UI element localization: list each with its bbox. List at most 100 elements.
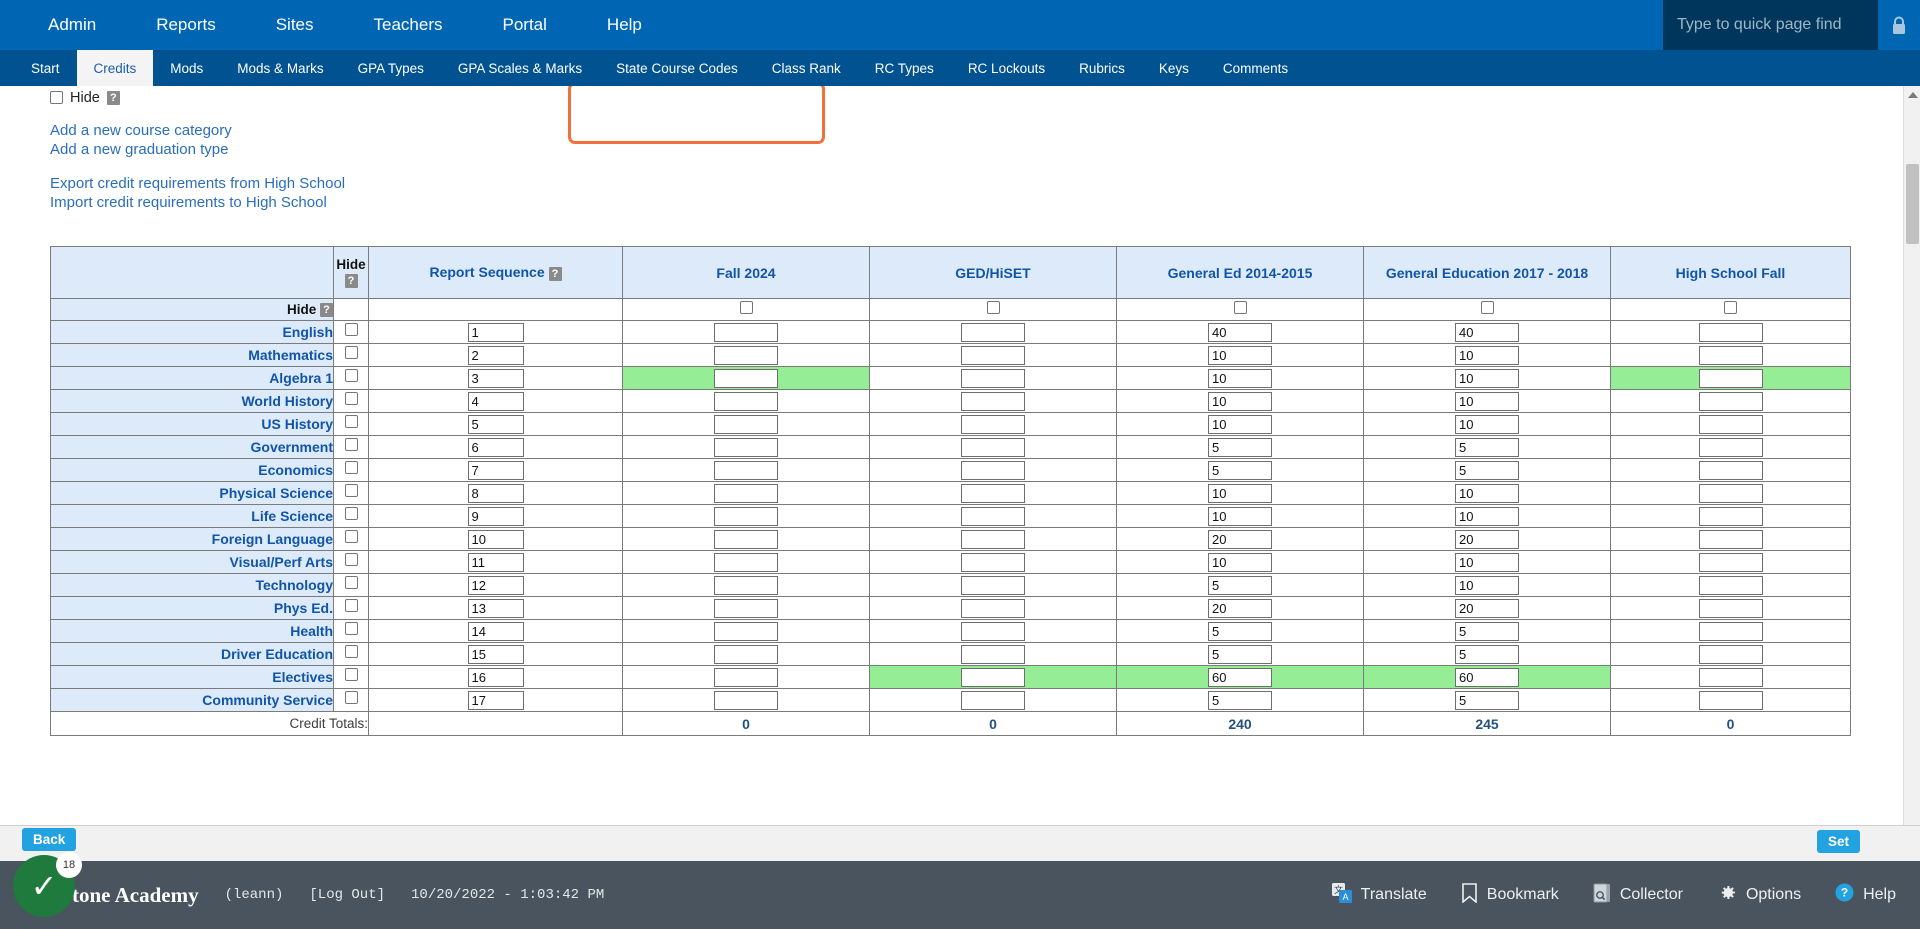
credit-input-english-fall-2024[interactable] <box>714 322 778 342</box>
hide-checkbox[interactable] <box>50 91 63 104</box>
hide-checkbox-high-school-fall[interactable] <box>1724 300 1737 314</box>
tab-credits[interactable]: Credits <box>76 50 154 86</box>
tab-mods[interactable]: Mods <box>153 50 220 86</box>
row-hide-checkbox-health[interactable] <box>344 622 358 635</box>
report-sequence-input-physical-science[interactable] <box>467 483 524 503</box>
tab-rc-lockouts[interactable]: RC Lockouts <box>951 50 1062 86</box>
back-button[interactable]: Back <box>22 828 77 851</box>
credit-input-phys-ed-fall-2024[interactable] <box>714 598 778 618</box>
footer-collector-button[interactable]: Collector <box>1593 883 1683 908</box>
quick-page-find-input[interactable] <box>1663 0 1878 50</box>
top-nav-item-help[interactable]: Help <box>577 0 672 50</box>
credit-input-us-history-fall-2024[interactable] <box>714 414 778 434</box>
row-label-health[interactable]: Health <box>50 619 334 643</box>
credit-input-driver-education-fall-2024[interactable] <box>714 644 778 664</box>
row-hide-checkbox-visual-perf-arts[interactable] <box>344 553 358 566</box>
row-label-economics[interactable]: Economics <box>50 458 334 482</box>
footer-translate-button[interactable]: 文 A Translate <box>1331 882 1427 908</box>
credit-input-foreign-language-general-ed-2014-2015[interactable] <box>1208 529 1272 549</box>
tab-gpa-scales-marks[interactable]: GPA Scales & Marks <box>441 50 599 86</box>
credit-input-phys-ed-general-ed-2014-2015[interactable] <box>1208 598 1272 618</box>
credit-input-government-fall-2024[interactable] <box>714 437 778 457</box>
row-hide-checkbox-foreign-language[interactable] <box>344 530 358 543</box>
top-nav-item-portal[interactable]: Portal <box>473 0 577 50</box>
credit-input-economics-general-education-2017-2018[interactable] <box>1455 460 1519 480</box>
credit-input-electives-ged-hiset[interactable] <box>961 667 1025 687</box>
column-help-icon[interactable]: ? <box>548 266 562 281</box>
row-label-driver-education[interactable]: Driver Education <box>50 642 334 666</box>
credit-input-community-service-general-education-2017-2018[interactable] <box>1455 690 1519 710</box>
row-hide-checkbox-electives[interactable] <box>344 668 358 681</box>
row-label-world-history[interactable]: World History <box>50 389 334 413</box>
credit-input-electives-general-education-2017-2018[interactable] <box>1455 667 1519 687</box>
credit-input-health-high-school-fall[interactable] <box>1698 621 1763 641</box>
scrollbar-thumb[interactable] <box>1906 164 1919 244</box>
credit-input-life-science-general-ed-2014-2015[interactable] <box>1208 506 1272 526</box>
row-label-foreign-language[interactable]: Foreign Language <box>50 527 334 551</box>
credit-input-physical-science-high-school-fall[interactable] <box>1698 483 1763 503</box>
tab-state-course-codes[interactable]: State Course Codes <box>599 50 755 86</box>
tab-class-rank[interactable]: Class Rank <box>755 50 858 86</box>
row-hide-checkbox-mathematics[interactable] <box>344 346 358 359</box>
hide-checkbox-general-education-2017-2018[interactable] <box>1480 300 1494 314</box>
set-button[interactable]: Set <box>1816 830 1860 853</box>
credit-input-physical-science-general-education-2017-2018[interactable] <box>1455 483 1519 503</box>
credit-input-health-general-ed-2014-2015[interactable] <box>1208 621 1272 641</box>
tab-gpa-types[interactable]: GPA Types <box>341 50 441 86</box>
row-label-visual-perf-arts[interactable]: Visual/Perf Arts <box>50 550 334 574</box>
row-hide-checkbox-technology[interactable] <box>344 576 358 589</box>
credit-input-mathematics-fall-2024[interactable] <box>714 345 778 365</box>
credit-input-community-service-ged-hiset[interactable] <box>961 690 1025 710</box>
hide-help-icon[interactable]: ? <box>106 90 120 105</box>
row-hide-checkbox-english[interactable] <box>344 323 358 336</box>
lock-icon[interactable] <box>1878 0 1920 50</box>
credit-input-visual-perf-arts-fall-2024[interactable] <box>714 552 778 572</box>
credit-input-mathematics-high-school-fall[interactable] <box>1698 345 1763 365</box>
credit-input-algebra-1-high-school-fall[interactable] <box>1698 368 1763 388</box>
credit-input-life-science-ged-hiset[interactable] <box>961 506 1025 526</box>
credit-input-economics-ged-hiset[interactable] <box>961 460 1025 480</box>
top-nav-item-sites[interactable]: Sites <box>246 0 344 50</box>
report-sequence-input-english[interactable] <box>467 322 524 342</box>
credit-input-government-ged-hiset[interactable] <box>961 437 1025 457</box>
add-graduation-type-link[interactable]: Add a new graduation type <box>50 141 228 160</box>
credit-input-technology-fall-2024[interactable] <box>714 575 778 595</box>
top-nav-item-admin[interactable]: Admin <box>18 0 126 50</box>
row-label-physical-science[interactable]: Physical Science <box>50 481 334 505</box>
vertical-scrollbar[interactable] <box>1903 86 1920 853</box>
report-sequence-input-foreign-language[interactable] <box>467 529 524 549</box>
tab-keys[interactable]: Keys <box>1142 50 1206 86</box>
credit-input-physical-science-fall-2024[interactable] <box>714 483 778 503</box>
tab-start[interactable]: Start <box>14 50 77 86</box>
credit-input-english-general-education-2017-2018[interactable] <box>1455 322 1519 342</box>
credit-input-government-general-ed-2014-2015[interactable] <box>1208 437 1272 457</box>
credit-input-technology-general-education-2017-2018[interactable] <box>1455 575 1519 595</box>
credit-input-driver-education-high-school-fall[interactable] <box>1698 644 1763 664</box>
credit-input-government-high-school-fall[interactable] <box>1698 437 1763 457</box>
credit-input-visual-perf-arts-ged-hiset[interactable] <box>961 552 1025 572</box>
row-label-english[interactable]: English <box>50 320 334 344</box>
hide-row-help-icon[interactable]: ? <box>320 303 333 318</box>
credit-input-us-history-general-ed-2014-2015[interactable] <box>1208 414 1272 434</box>
tab-comments[interactable]: Comments <box>1206 50 1305 86</box>
credit-input-physical-science-ged-hiset[interactable] <box>961 483 1025 503</box>
credit-input-world-history-general-ed-2014-2015[interactable] <box>1208 391 1272 411</box>
report-sequence-input-algebra-1[interactable] <box>467 368 524 388</box>
credit-input-driver-education-general-ed-2014-2015[interactable] <box>1208 644 1272 664</box>
credit-input-mathematics-ged-hiset[interactable] <box>961 345 1025 365</box>
top-nav-item-teachers[interactable]: Teachers <box>344 0 473 50</box>
row-label-electives[interactable]: Electives <box>50 665 334 689</box>
tab-rubrics[interactable]: Rubrics <box>1062 50 1142 86</box>
credit-input-electives-high-school-fall[interactable] <box>1698 667 1763 687</box>
hide-checkbox-ged-hiset[interactable] <box>986 300 1000 314</box>
credit-input-world-history-general-education-2017-2018[interactable] <box>1455 391 1519 411</box>
report-sequence-input-community-service[interactable] <box>467 690 524 710</box>
add-course-category-link[interactable]: Add a new course category <box>50 122 232 141</box>
credit-input-life-science-fall-2024[interactable] <box>714 506 778 526</box>
credit-input-electives-fall-2024[interactable] <box>714 667 778 687</box>
report-sequence-input-us-history[interactable] <box>467 414 524 434</box>
credit-input-physical-science-general-ed-2014-2015[interactable] <box>1208 483 1272 503</box>
row-label-government[interactable]: Government <box>50 435 334 459</box>
credit-input-world-history-high-school-fall[interactable] <box>1698 391 1763 411</box>
footer-help-button[interactable]: ? Help <box>1835 883 1896 907</box>
